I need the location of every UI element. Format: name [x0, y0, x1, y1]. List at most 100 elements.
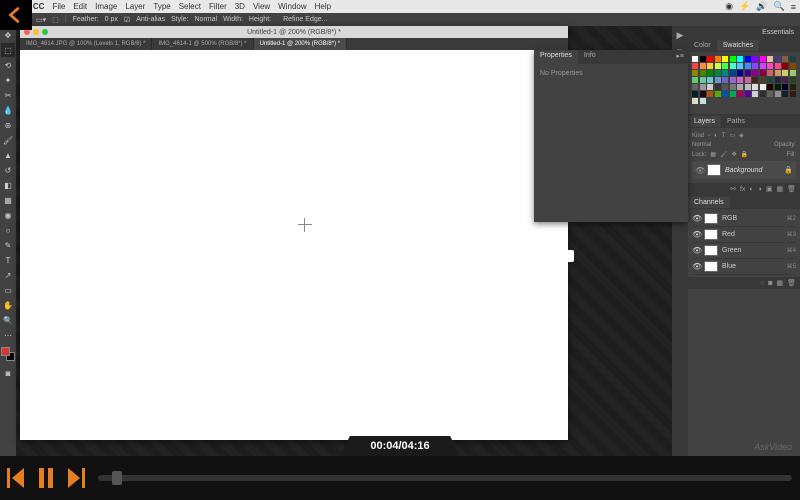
heal-tool[interactable]: ⊛	[1, 118, 15, 132]
swatch[interactable]	[730, 84, 736, 90]
dodge-tool[interactable]: ○	[1, 223, 15, 237]
tab-0[interactable]: IMG_4614.JPG @ 100% (Levels 1, RGB/8) *	[20, 38, 152, 50]
visibility-icon[interactable]: 👁	[692, 230, 700, 239]
swatch[interactable]	[700, 70, 706, 76]
visibility-icon[interactable]: 👁	[695, 166, 703, 175]
swatch[interactable]	[745, 84, 751, 90]
fx-icon[interactable]: fx	[740, 186, 745, 193]
blend-mode[interactable]: Normal	[692, 142, 711, 148]
swatch[interactable]	[722, 70, 728, 76]
shape-tool[interactable]: ▭	[1, 283, 15, 297]
eyedropper-tool[interactable]: 💧	[1, 103, 15, 117]
spotlight-icon[interactable]: 🔍	[774, 1, 785, 12]
swatch[interactable]	[790, 84, 796, 90]
canvas[interactable]	[20, 50, 568, 440]
video-scrubber[interactable]	[98, 475, 792, 481]
eraser-tool[interactable]: ◧	[1, 178, 15, 192]
swatch[interactable]	[745, 70, 751, 76]
menu-edit[interactable]: Edit	[73, 2, 87, 11]
swatch[interactable]	[775, 63, 781, 69]
channel-row[interactable]: 👁Blue⌘5	[692, 259, 796, 275]
swatch[interactable]	[737, 77, 743, 83]
swatch[interactable]	[745, 63, 751, 69]
layer-row-background[interactable]: 👁 Background 🔒	[692, 161, 796, 179]
info-tab[interactable]: Info	[578, 50, 602, 64]
channels-tab[interactable]: Channels	[688, 197, 730, 208]
swatch[interactable]	[752, 91, 758, 97]
swatch[interactable]	[782, 91, 788, 97]
visibility-icon[interactable]: 👁	[692, 262, 700, 271]
swatch[interactable]	[692, 77, 698, 83]
refine-edge-button[interactable]: Refine Edge...	[283, 16, 327, 23]
swatch[interactable]	[745, 91, 751, 97]
group-icon[interactable]: ▣	[766, 185, 773, 193]
color-tab[interactable]: Color	[688, 40, 717, 51]
menu-type[interactable]: Type	[153, 2, 170, 11]
swatch[interactable]	[707, 70, 713, 76]
lock-trans-icon[interactable]: ▦	[710, 151, 716, 158]
hand-tool[interactable]: ✋	[1, 298, 15, 312]
swatch[interactable]	[730, 91, 736, 97]
swatch[interactable]	[737, 70, 743, 76]
swatch[interactable]	[790, 56, 796, 62]
swatch[interactable]	[760, 70, 766, 76]
move-tool[interactable]: ✥	[1, 28, 15, 42]
menu-extra-icon[interactable]: ≡	[791, 2, 796, 12]
swatch[interactable]	[700, 84, 706, 90]
marquee-icon[interactable]: ⬚	[52, 16, 59, 24]
swatch[interactable]	[692, 84, 698, 90]
history-brush-tool[interactable]: ↺	[1, 163, 15, 177]
swatch[interactable]	[752, 56, 758, 62]
swatch[interactable]	[767, 56, 773, 62]
quickmask-tool[interactable]: ◙	[1, 366, 15, 380]
swatch[interactable]	[782, 70, 788, 76]
layer-thumbnail[interactable]	[707, 164, 721, 176]
prev-button[interactable]	[2, 460, 30, 496]
swatch[interactable]	[790, 77, 796, 83]
swatch[interactable]	[775, 56, 781, 62]
edit-toolbar-icon[interactable]: ⋯	[1, 328, 15, 342]
swatch[interactable]	[700, 63, 706, 69]
swatch[interactable]	[700, 56, 706, 62]
new-channel-icon[interactable]: ▦	[776, 279, 783, 287]
swatch[interactable]	[700, 98, 706, 104]
swatch[interactable]	[707, 77, 713, 83]
crop-tool[interactable]: ✂	[1, 88, 15, 102]
swatch[interactable]	[745, 77, 751, 83]
menu-select[interactable]: Select	[179, 2, 201, 11]
swatch[interactable]	[722, 63, 728, 69]
swatches-tab[interactable]: Swatches	[717, 40, 759, 51]
tool-preset-icon[interactable]: ▭▾	[36, 16, 46, 24]
tab-2[interactable]: Untitled-1 @ 200% (RGB/8*) *	[254, 38, 347, 50]
swatch[interactable]	[752, 63, 758, 69]
adjust-icon[interactable]: ◑	[758, 186, 762, 193]
swatch[interactable]	[730, 70, 736, 76]
swatch[interactable]	[715, 56, 721, 62]
visibility-icon[interactable]: 👁	[692, 246, 700, 255]
swatch[interactable]	[722, 91, 728, 97]
swatch[interactable]	[790, 70, 796, 76]
swatch[interactable]	[775, 91, 781, 97]
swatch[interactable]	[767, 63, 773, 69]
filter-shape-icon[interactable]: ▭	[729, 132, 735, 139]
lock-pos-icon[interactable]: ✥	[732, 151, 737, 158]
type-tool[interactable]: T	[1, 253, 15, 267]
swatch[interactable]	[715, 63, 721, 69]
document-titlebar[interactable]: Untitled-1 @ 200% (RGB/8*) *	[20, 26, 568, 38]
filter-smart-icon[interactable]: ◈	[739, 132, 744, 139]
swatch[interactable]	[737, 56, 743, 62]
lock-icon[interactable]: 🔒	[784, 166, 793, 174]
swatch[interactable]	[767, 77, 773, 83]
style-value[interactable]: Normal	[195, 16, 218, 23]
swatch[interactable]	[737, 91, 743, 97]
path-tool[interactable]: ↗	[1, 268, 15, 282]
trash-channel-icon[interactable]: 🗑	[787, 279, 796, 287]
workspace-switcher[interactable]: Essentials	[688, 26, 800, 38]
swatch[interactable]	[782, 63, 788, 69]
swatch[interactable]	[692, 63, 698, 69]
filter-type-icon[interactable]: T	[722, 133, 726, 139]
wifi-icon[interactable]: ⚡	[739, 1, 750, 12]
new-layer-icon[interactable]: ▦	[776, 185, 783, 193]
swatch[interactable]	[700, 77, 706, 83]
swatch[interactable]	[730, 63, 736, 69]
